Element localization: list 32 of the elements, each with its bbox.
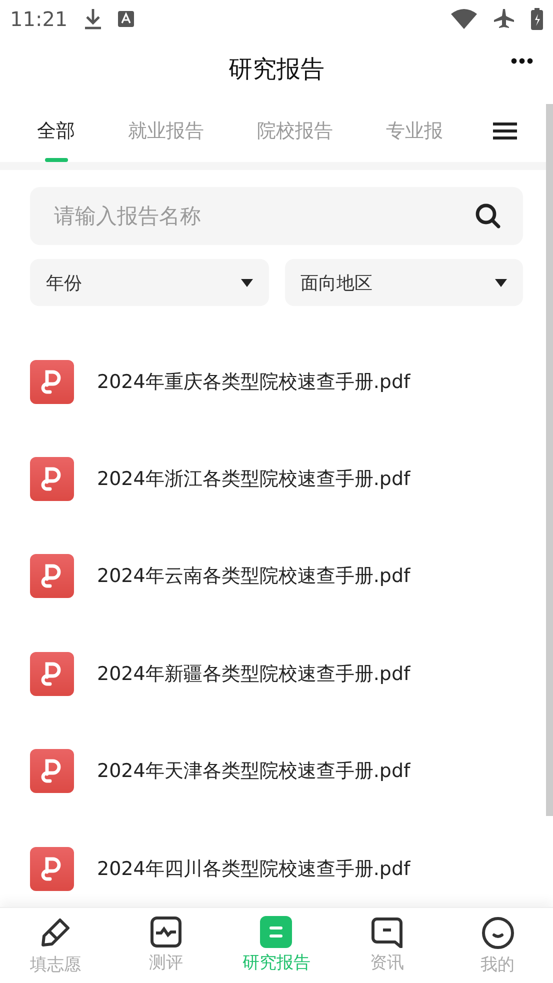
pdf-icon — [30, 652, 74, 696]
pdf-icon — [30, 360, 74, 404]
report-name[interactable]: 2024年天津各类型院校速查手册.pdf — [97, 758, 410, 784]
smiley-icon — [480, 916, 515, 950]
report-name[interactable]: 2024年四川各类型院校速查手册.pdf — [97, 856, 410, 882]
pdf-icon — [30, 846, 74, 891]
search-icon[interactable] — [475, 203, 501, 229]
tab[interactable]: 全部 — [37, 100, 75, 162]
status-time: 11:21 — [10, 7, 68, 31]
keyboard-icon — [118, 11, 134, 27]
report-name[interactable]: 2024年重庆各类型院校速查手册.pdf — [97, 368, 410, 395]
pdf-icon — [30, 457, 74, 502]
chart-icon — [150, 916, 182, 948]
battery-icon — [531, 8, 543, 30]
more-icon[interactable] — [511, 58, 533, 64]
caret-icon — [495, 278, 507, 286]
report-name[interactable]: 2024年新疆各类型院校速查手册.pdf — [97, 660, 410, 687]
search-field[interactable]: 请输入报告名称 — [30, 187, 523, 245]
menu-icon[interactable] — [493, 122, 517, 140]
airplane-icon — [493, 8, 515, 30]
page-title: 研究报告 — [228, 54, 324, 85]
report-name[interactable]: 2024年云南各类型院校速查手册.pdf — [97, 563, 410, 590]
dropdown[interactable]: 面向地区 — [284, 259, 523, 306]
caret-icon — [240, 278, 252, 286]
dropdown[interactable]: 年份 — [30, 259, 268, 306]
pdf-icon — [30, 749, 74, 794]
message-icon — [371, 916, 404, 948]
pdf-icon — [30, 554, 74, 598]
report-icon — [260, 916, 292, 948]
download-icon — [84, 8, 102, 30]
wifi-icon — [451, 9, 477, 29]
report-name[interactable]: 2024年浙江各类型院校速查手册.pdf — [97, 466, 410, 492]
